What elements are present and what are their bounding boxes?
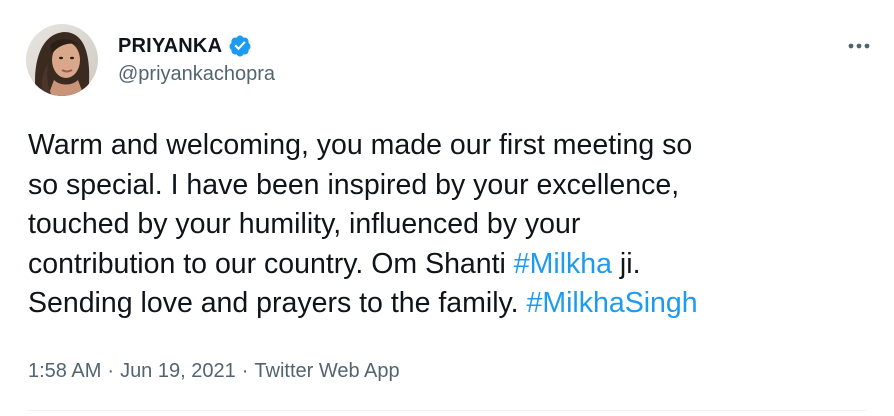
tweet-text-line: so special. I have been inspired by your… — [28, 166, 878, 206]
tweet-meta: 1:58 AM · Jun 19, 2021 · Twitter Web App — [28, 360, 400, 383]
tweet-date[interactable]: Jun 19, 2021 — [120, 360, 236, 383]
author-name-row[interactable]: PRIYANKA — [118, 33, 252, 59]
tweet-text-line: Sending love and prayers to the family. … — [28, 284, 878, 324]
verified-badge-icon — [228, 34, 252, 58]
tweet-text-segment: so special. I have been inspired by your… — [28, 168, 680, 201]
avatar[interactable] — [26, 24, 98, 96]
tweet-text-line: contribution to our country. Om Shanti #… — [28, 245, 878, 285]
tweet-text-segment: Sending love and prayers to the family. — [28, 287, 527, 319]
tweet-text-line: Warm and welcoming, you made our first m… — [28, 126, 878, 166]
tweet-text-segment: Warm and welcoming, you made our first m… — [28, 129, 693, 161]
avatar-image — [26, 24, 98, 96]
tweet-card: PRIYANKA @priyankachopra Warm and welcom… — [0, 0, 894, 416]
more-horizontal-icon[interactable] — [846, 36, 872, 56]
tweet-text-segment: ji. — [612, 247, 641, 280]
tweet-text-segment: touched by your humility, influenced by … — [28, 208, 581, 240]
tweet-text-segment: contribution to our country. Om Shanti — [28, 247, 514, 280]
display-name[interactable]: PRIYANKA — [118, 35, 222, 58]
tweet-text: Warm and welcoming, you made our first m… — [28, 126, 878, 324]
tweet-text-line: touched by your humility, influenced by … — [28, 205, 878, 245]
author-handle[interactable]: @priyankachopra — [118, 63, 275, 86]
hashtag-link[interactable]: #MilkhaSingh — [527, 287, 698, 319]
tweet-time[interactable]: 1:58 AM — [28, 360, 101, 383]
meta-separator: · — [107, 360, 115, 382]
tweet-source[interactable]: Twitter Web App — [254, 360, 399, 383]
divider — [28, 410, 866, 411]
meta-separator: · — [241, 360, 249, 382]
hashtag-link[interactable]: #Milkha — [514, 248, 612, 280]
